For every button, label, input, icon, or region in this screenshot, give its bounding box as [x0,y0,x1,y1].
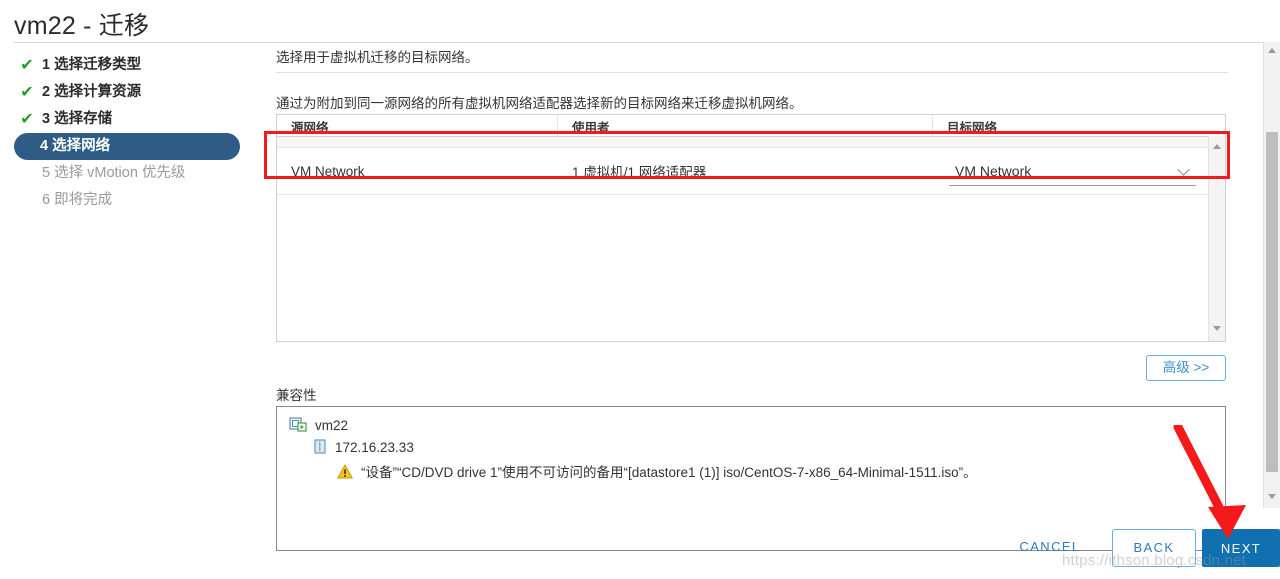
back-button[interactable]: BACK [1112,529,1196,567]
wizard-footer: CANCEL BACK NEXT [0,517,1280,579]
sidebar-item-step-4[interactable]: 4 选择网络 [14,133,240,160]
sidebar-item-step-2[interactable]: ✔ 2 选择计算资源 [14,79,254,106]
compatibility-label: 兼容性 [276,388,317,403]
table-header-row: 源网络 使用者 目标网络 [277,115,1225,137]
lead-divider [276,72,1228,73]
step-label: 选择网络 [52,138,111,154]
compat-vm-name: vm22 [315,417,349,433]
page-title: vm22 - 迁移 [14,12,150,40]
sidebar-item-step-1[interactable]: ✔ 1 选择迁移类型 [14,52,254,79]
column-header-destination-network[interactable]: 目标网络 [933,115,1225,136]
column-header-source-network[interactable]: 源网络 [277,115,558,136]
step-number: 5 [42,165,51,181]
destination-network-value: VM Network [955,162,1032,179]
wizard-content-pane: 选择用于虚拟机迁移的目标网络。 通过为附加到同一源网络的所有虚拟机网络适配器选择… [268,44,1240,551]
sidebar-item-step-6[interactable]: 6 即将完成 [14,187,254,214]
warning-icon [337,464,353,479]
step-label: 选择存储 [54,111,113,127]
compat-tree-item-host: 172.16.23.33 [313,439,1225,455]
compat-tree-item-vm: vm22 [289,417,1225,433]
sidebar-item-step-3[interactable]: ✔ 3 选择存储 [14,106,254,133]
scroll-up-icon[interactable] [1209,140,1226,155]
page-scrollbar[interactable] [1263,42,1280,508]
lead-instruction: 选择用于虚拟机迁移的目标网络。 [276,50,479,65]
check-icon: ✔ [20,57,34,74]
page-scroll-down-icon[interactable] [1264,490,1280,506]
cell-destination-network: VM Network [933,157,1225,186]
table-header-spacer [277,137,1225,148]
page-scroll-up-icon[interactable] [1264,44,1280,60]
step-number: 1 [42,57,51,73]
compat-tree-item-warning: “设备”“CD/DVD drive 1”使用不可访问的备用“[datastore… [337,461,1225,481]
table-scrollbar[interactable] [1208,136,1225,341]
step-number: 2 [42,84,51,100]
destination-network-select[interactable]: VM Network [949,157,1196,186]
step-label: 选择计算资源 [54,84,142,100]
title-divider [14,42,1266,43]
page-scroll-thumb[interactable] [1266,132,1278,472]
host-icon [313,439,327,455]
step-number: 6 [42,192,51,208]
advanced-button[interactable]: 高级 >> [1146,355,1226,381]
description-text: 通过为附加到同一源网络的所有虚拟机网络适配器选择新的目标网络来迁移虚拟机网络。 [276,96,803,111]
step-number: 3 [42,111,51,127]
sidebar-item-step-5[interactable]: 5 选择 vMotion 优先级 [14,160,254,187]
next-button[interactable]: NEXT [1202,529,1280,567]
chevron-down-icon [1178,163,1192,177]
cancel-button[interactable]: CANCEL [1001,529,1099,565]
scroll-down-icon[interactable] [1209,322,1226,337]
step-number: 4 [40,138,49,154]
column-header-used-by[interactable]: 使用者 [558,115,933,136]
check-icon: ✔ [20,111,34,128]
cell-used-by: 1 虚拟机/1 网络适配器 [572,165,707,180]
cell-source-network: VM Network [291,163,365,179]
compat-warning-text: “设备”“CD/DVD drive 1”使用不可访问的备用“[datastore… [361,465,977,480]
step-label: 即将完成 [54,192,113,208]
step-label: 选择 vMotion 优先级 [54,165,186,181]
network-mapping-table: 源网络 使用者 目标网络 VM Network 1 虚拟机/1 网络适配器 VM… [276,114,1226,342]
wizard-step-list: ✔ 1 选择迁移类型 ✔ 2 选择计算资源 ✔ 3 选择存储 4 选择网络 5 … [14,52,254,214]
check-icon: ✔ [20,84,34,101]
compat-host-address: 172.16.23.33 [335,439,414,455]
vm-icon [289,417,307,433]
step-label: 选择迁移类型 [54,57,142,73]
table-row[interactable]: VM Network 1 虚拟机/1 网络适配器 VM Network [277,148,1225,195]
